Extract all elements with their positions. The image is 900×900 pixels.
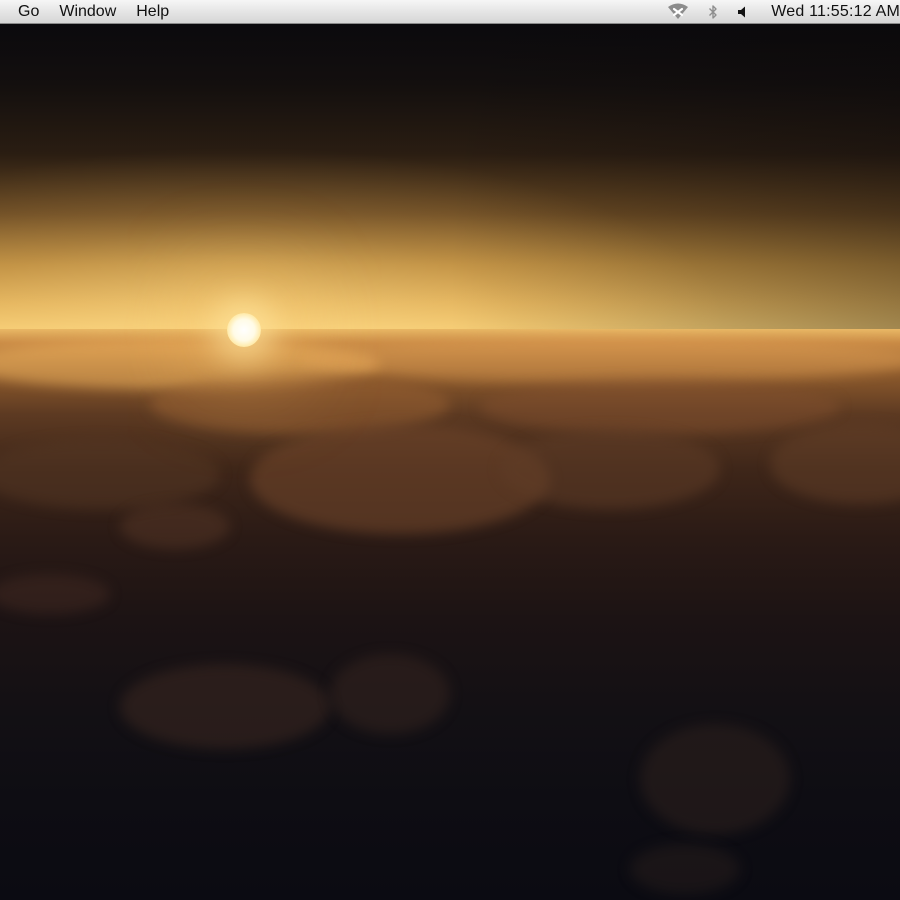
menu-bar-clock[interactable]: Wed 11:55:12 AM xyxy=(759,0,900,23)
bluetooth-icon[interactable] xyxy=(699,0,727,23)
menu-help[interactable]: Help xyxy=(126,0,179,23)
desktop-wallpaper xyxy=(0,24,900,900)
wifi-icon[interactable] xyxy=(657,0,699,23)
menu-window[interactable]: Window xyxy=(49,0,126,23)
cloud-layer xyxy=(0,329,900,900)
sky-glow xyxy=(0,24,900,339)
menu-bar-status-area: Wed 11:55:12 AM xyxy=(657,0,900,23)
menu-bar: Go Window Help Wed 11:55:12 AM xyxy=(0,0,900,24)
desktop-screen: Go Window Help Wed 11:55:12 AM xyxy=(0,0,900,900)
menu-go[interactable]: Go xyxy=(8,0,49,23)
menu-bar-menus: Go Window Help xyxy=(0,0,179,23)
volume-icon[interactable] xyxy=(727,0,759,23)
sun xyxy=(227,313,261,347)
